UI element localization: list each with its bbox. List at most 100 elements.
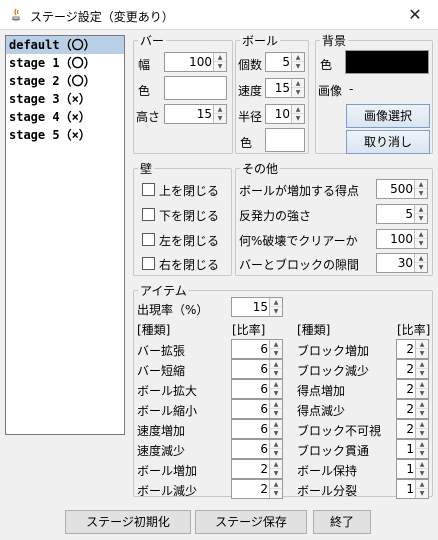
- close-right-checkbox[interactable]: [142, 257, 155, 270]
- score-increase-spinner[interactable]: 500 ▲ ▼: [376, 179, 428, 199]
- spin-down-icon[interactable]: ▼: [416, 369, 428, 378]
- spin-down-icon[interactable]: ▼: [270, 429, 282, 438]
- close-left-label: 左を閉じる: [159, 234, 220, 248]
- spin-up-icon[interactable]: ▲: [270, 340, 282, 349]
- item-ratio-spinner[interactable]: 6 ▲ ▼: [231, 379, 283, 399]
- item-ratio-spinner[interactable]: 2 ▲ ▼: [396, 339, 429, 359]
- stage-save-button[interactable]: ステージ保存: [195, 510, 307, 534]
- spin-down-icon[interactable]: ▼: [416, 469, 428, 478]
- ball-speed-spinner[interactable]: 15 ▲ ▼: [265, 78, 305, 98]
- spin-up-icon[interactable]: ▲: [415, 230, 427, 239]
- spin-down-icon[interactable]: ▼: [415, 189, 427, 198]
- item-ratio-value: 2: [260, 482, 268, 496]
- stage-list-item[interactable]: stage 2（〇）: [6, 72, 124, 90]
- spin-up-icon[interactable]: ▲: [214, 53, 226, 62]
- spin-down-icon[interactable]: ▼: [270, 469, 282, 478]
- spin-up-icon[interactable]: ▲: [270, 420, 282, 429]
- spin-down-icon[interactable]: ▼: [416, 409, 428, 418]
- spin-up-icon[interactable]: ▲: [416, 380, 428, 389]
- item-ratio-spinner[interactable]: 2 ▲ ▼: [396, 399, 429, 419]
- spin-down-icon[interactable]: ▼: [292, 88, 304, 97]
- stage-list-item[interactable]: stage 3（×）: [6, 90, 124, 108]
- bar-color-swatch[interactable]: [164, 76, 227, 100]
- spin-down-icon[interactable]: ▼: [415, 214, 427, 223]
- item-ratio-spinner[interactable]: 2 ▲ ▼: [231, 479, 283, 499]
- spin-down-icon[interactable]: ▼: [214, 62, 226, 71]
- item-ratio-spinner[interactable]: 6 ▲ ▼: [231, 439, 283, 459]
- spin-up-icon[interactable]: ▲: [415, 254, 427, 263]
- close-button[interactable]: ✕: [392, 0, 438, 30]
- spin-up-icon[interactable]: ▲: [292, 79, 304, 88]
- spin-down-icon[interactable]: ▼: [416, 489, 428, 498]
- appearance-rate-spinner[interactable]: 15 ▲ ▼: [231, 297, 283, 317]
- spin-down-icon[interactable]: ▼: [270, 489, 282, 498]
- item-ratio-spinner[interactable]: 1 ▲ ▼: [396, 439, 429, 459]
- spin-up-icon[interactable]: ▲: [292, 53, 304, 62]
- spin-up-icon[interactable]: ▲: [416, 400, 428, 409]
- spin-down-icon[interactable]: ▼: [415, 263, 427, 272]
- stage-list[interactable]: default（〇） stage 1（〇） stage 2（〇） stage 3…: [5, 35, 125, 435]
- stage-list-item[interactable]: stage 5（×）: [6, 126, 124, 144]
- stage-init-button[interactable]: ステージ初期化: [65, 510, 191, 534]
- spin-up-icon[interactable]: ▲: [270, 460, 282, 469]
- spin-down-icon[interactable]: ▼: [270, 389, 282, 398]
- bar-block-gap-spinner[interactable]: 30 ▲ ▼: [376, 253, 428, 273]
- spin-up-icon[interactable]: ▲: [270, 298, 282, 307]
- close-bottom-checkbox[interactable]: [142, 208, 155, 221]
- spin-down-icon[interactable]: ▼: [270, 449, 282, 458]
- spin-down-icon[interactable]: ▼: [416, 429, 428, 438]
- item-ratio-spinner[interactable]: 6 ▲ ▼: [231, 359, 283, 379]
- item-ratio-spinner[interactable]: 1 ▲ ▼: [396, 479, 429, 499]
- stage-list-item[interactable]: default（〇）: [6, 36, 124, 54]
- spin-down-icon[interactable]: ▼: [416, 389, 428, 398]
- image-cancel-button[interactable]: 取り消し: [346, 130, 430, 154]
- stage-list-item[interactable]: stage 1（〇）: [6, 54, 124, 72]
- spin-down-icon[interactable]: ▼: [270, 409, 282, 418]
- item-ratio-spinner[interactable]: 2 ▲ ▼: [396, 419, 429, 439]
- bar-height-spinner[interactable]: 15 ▲ ▼: [164, 104, 227, 124]
- stage-list-item[interactable]: stage 4（×）: [6, 108, 124, 126]
- item-ratio-spinner[interactable]: 6 ▲ ▼: [231, 419, 283, 439]
- spin-down-icon[interactable]: ▼: [292, 114, 304, 123]
- spin-up-icon[interactable]: ▲: [270, 380, 282, 389]
- spin-up-icon[interactable]: ▲: [416, 460, 428, 469]
- clear-percent-spinner[interactable]: 100 ▲ ▼: [376, 229, 428, 249]
- item-ratio-spinner[interactable]: 2 ▲ ▼: [231, 459, 283, 479]
- ball-count-spinner[interactable]: 5 ▲ ▼: [265, 52, 305, 72]
- spin-up-icon[interactable]: ▲: [416, 480, 428, 489]
- item-ratio-spinner[interactable]: 2 ▲ ▼: [396, 379, 429, 399]
- spin-down-icon[interactable]: ▼: [416, 349, 428, 358]
- spin-up-icon[interactable]: ▲: [416, 340, 428, 349]
- spin-up-icon[interactable]: ▲: [416, 440, 428, 449]
- ball-radius-spinner[interactable]: 10 ▲ ▼: [265, 104, 305, 124]
- spin-down-icon[interactable]: ▼: [270, 369, 282, 378]
- image-select-button[interactable]: 画像選択: [346, 104, 430, 128]
- spin-up-icon[interactable]: ▲: [270, 360, 282, 369]
- item-ratio-spinner[interactable]: 1 ▲ ▼: [396, 459, 429, 479]
- spin-up-icon[interactable]: ▲: [270, 440, 282, 449]
- spin-up-icon[interactable]: ▲: [270, 480, 282, 489]
- ball-color-swatch[interactable]: [265, 128, 305, 152]
- exit-button[interactable]: 終了: [313, 510, 371, 534]
- spin-down-icon[interactable]: ▼: [292, 62, 304, 71]
- spin-up-icon[interactable]: ▲: [415, 180, 427, 189]
- spin-up-icon[interactable]: ▲: [416, 360, 428, 369]
- bounce-strength-spinner[interactable]: 5 ▲ ▼: [376, 204, 428, 224]
- item-ratio-spinner[interactable]: 6 ▲ ▼: [231, 339, 283, 359]
- spin-down-icon[interactable]: ▼: [270, 349, 282, 358]
- close-top-checkbox[interactable]: [142, 183, 155, 196]
- spin-down-icon[interactable]: ▼: [416, 449, 428, 458]
- bar-width-spinner[interactable]: 100 ▲ ▼: [164, 52, 227, 72]
- background-color-swatch[interactable]: [345, 50, 429, 74]
- spin-down-icon[interactable]: ▼: [415, 239, 427, 248]
- spin-up-icon[interactable]: ▲: [415, 205, 427, 214]
- item-ratio-spinner[interactable]: 6 ▲ ▼: [231, 399, 283, 419]
- item-ratio-spinner[interactable]: 2 ▲ ▼: [396, 359, 429, 379]
- spin-down-icon[interactable]: ▼: [214, 114, 226, 123]
- close-left-checkbox[interactable]: [142, 233, 155, 246]
- spin-up-icon[interactable]: ▲: [416, 420, 428, 429]
- spin-up-icon[interactable]: ▲: [270, 400, 282, 409]
- spin-up-icon[interactable]: ▲: [214, 105, 226, 114]
- spin-down-icon[interactable]: ▼: [270, 307, 282, 316]
- spin-up-icon[interactable]: ▲: [292, 105, 304, 114]
